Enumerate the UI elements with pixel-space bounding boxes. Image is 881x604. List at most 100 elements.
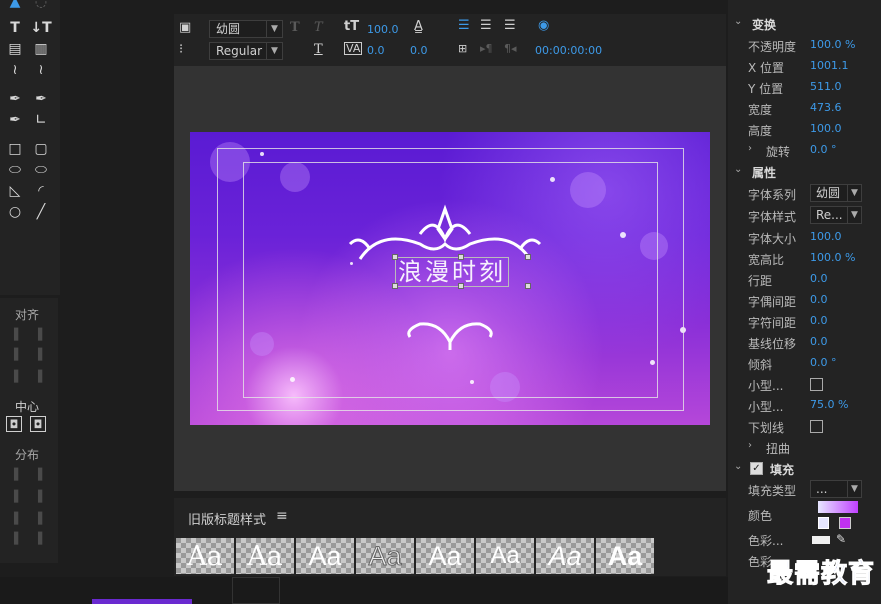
leading-value[interactable]: 0.0 [810, 272, 828, 285]
style-swatch[interactable]: Aa [416, 538, 474, 574]
resize-handle[interactable] [392, 283, 398, 289]
small-caps-checkbox[interactable] [810, 378, 823, 391]
distribute-top-icon[interactable]: ▐ [30, 466, 46, 482]
arc-tool-icon[interactable]: ◜ [30, 181, 52, 201]
rounded-corner-tool-icon[interactable]: ⬭ [30, 160, 52, 180]
rotation-row[interactable]: › 旋转 0.0 ° [728, 143, 881, 163]
delete-anchor-tool-icon[interactable]: ✒ [30, 89, 52, 109]
video-frame[interactable]: 浪漫时刻 [190, 132, 710, 425]
hamburger-icon[interactable]: ≡ [276, 508, 288, 524]
rotation-tool-icon[interactable]: ◌ [30, 0, 52, 12]
bold-icon[interactable]: T [290, 20, 300, 35]
align-top-icon[interactable]: ▐ [6, 368, 22, 384]
rounded-rectangle-tool-icon[interactable]: ▢ [30, 139, 52, 159]
opacity-value[interactable]: 100.0 % [810, 38, 855, 51]
color-stop-swatch[interactable] [812, 536, 830, 544]
gradient-stop-left[interactable] [818, 517, 829, 529]
underline-icon[interactable]: T [314, 42, 323, 57]
add-anchor-tool-icon[interactable]: ✒ [4, 110, 26, 130]
distribute-left-icon[interactable]: ▐ [6, 466, 22, 482]
distort-row[interactable]: › 扭曲 [728, 440, 881, 460]
style-swatch[interactable]: Aa [176, 538, 234, 574]
align-left-icon[interactable]: ☰ [458, 18, 470, 33]
eyedropper-icon[interactable]: ✎ [836, 532, 846, 546]
fill-type-select[interactable]: ... ▼ [810, 480, 862, 498]
align-hcenter-icon[interactable]: ▐ [6, 346, 22, 362]
style-swatch[interactable]: Aa [476, 538, 534, 574]
distribute-spacing-h-icon[interactable]: ▐ [6, 530, 22, 546]
text-box-icon[interactable]: ▣ [179, 20, 191, 35]
height-value[interactable]: 100.0 [810, 122, 842, 135]
gradient-stop-right[interactable] [839, 517, 851, 529]
font-style-select[interactable]: Re... ▼ [810, 206, 862, 224]
align-right-icon[interactable]: ▐ [30, 346, 46, 362]
baseline-value[interactable]: 0.0 [810, 335, 828, 348]
tab-right-icon[interactable]: ¶◂ [504, 42, 517, 55]
tracking-value[interactable]: 0.0 [810, 314, 828, 327]
distribute-center-icon[interactable]: ▐ [6, 488, 22, 504]
area-type-tool-icon[interactable]: ▤ [4, 39, 26, 59]
tab-left-icon[interactable]: ▸¶ [480, 42, 493, 55]
leading-value[interactable]: 0.0 [410, 44, 428, 57]
transform-section[interactable]: ⌄ 变换 [728, 16, 881, 36]
style-swatch[interactable]: Aa [536, 538, 594, 574]
resize-handle[interactable] [525, 283, 531, 289]
show-video-icon[interactable]: ◉ [538, 18, 549, 33]
resize-handle[interactable] [458, 283, 464, 289]
tab-icon[interactable]: ⊞ [458, 42, 467, 55]
pen-tool-icon[interactable]: ✒ [4, 89, 26, 109]
line-tool-icon[interactable]: ╱ [30, 202, 52, 222]
resize-handle[interactable] [525, 254, 531, 260]
distribute-right-icon[interactable]: ▐ [6, 510, 22, 526]
vertical-area-type-tool-icon[interactable]: ▥ [30, 39, 52, 59]
vertical-path-type-tool-icon[interactable]: ≀ [30, 60, 52, 80]
slant-value[interactable]: 0.0 ° [810, 356, 837, 369]
align-right-icon[interactable]: ☰ [504, 18, 516, 33]
align-center-icon[interactable]: ☰ [480, 18, 492, 33]
aspect-value[interactable]: 100.0 % [810, 251, 855, 264]
rectangle-tool-icon[interactable]: □ [4, 139, 26, 159]
font-style-select[interactable]: Regular ▼ [209, 42, 283, 60]
timeline-control[interactable] [232, 577, 280, 604]
center-vertical-icon[interactable]: ◘ [30, 416, 46, 432]
gradient-ramp[interactable] [818, 501, 858, 513]
center-horizontal-icon[interactable]: ◘ [6, 416, 22, 432]
title-text-object[interactable]: 浪漫时刻 [395, 257, 509, 287]
resize-handle[interactable] [392, 254, 398, 260]
x-position-value[interactable]: 1001.1 [810, 59, 849, 72]
selection-tool-icon[interactable]: ▲ [4, 0, 26, 12]
rotation-value[interactable]: 0.0 ° [810, 143, 837, 156]
distribute-bottom-icon[interactable]: ▐ [30, 510, 46, 526]
fill-checkbox[interactable]: ✓ [750, 462, 763, 475]
ellipse-tool-icon[interactable]: ○ [4, 202, 26, 222]
underline-checkbox[interactable] [810, 420, 823, 433]
path-type-tool-icon[interactable]: ≀ [4, 60, 26, 80]
font-family-select[interactable]: 幼圆 ▼ [209, 20, 283, 38]
align-left-icon[interactable]: ▐ [6, 326, 22, 342]
vertical-type-tool-icon[interactable]: ↓T [30, 18, 52, 38]
width-value[interactable]: 473.6 [810, 101, 842, 114]
font-family-select[interactable]: 幼圆 ▼ [810, 184, 862, 202]
convert-anchor-tool-icon[interactable]: ∟ [30, 110, 52, 130]
resize-handle[interactable] [458, 254, 464, 260]
align-bottom-icon[interactable]: ▐ [30, 368, 46, 384]
timecode[interactable]: 00:00:00:00 [535, 44, 602, 57]
font-size-value[interactable]: 100.0 [367, 23, 399, 36]
kerning-value[interactable]: 0.0 [810, 293, 828, 306]
font-size-value[interactable]: 100.0 [810, 230, 842, 243]
style-swatch[interactable]: Aa [596, 538, 654, 574]
align-vcenter-icon[interactable]: ▐ [30, 326, 46, 342]
wedge-tool-icon[interactable]: ◺ [4, 181, 26, 201]
properties-section[interactable]: ⌄ 属性 [728, 164, 881, 184]
style-swatch[interactable]: Aa [236, 538, 294, 574]
distribute-spacing-v-icon[interactable]: ▐ [30, 530, 46, 546]
distribute-middle-icon[interactable]: ▐ [30, 488, 46, 504]
chevron-down-icon[interactable]: ⌄ [734, 461, 742, 472]
italic-icon[interactable]: T [314, 20, 323, 35]
tab-stops-icon[interactable]: ⁝ [179, 42, 183, 57]
small-caps-size-value[interactable]: 75.0 % [810, 398, 848, 411]
style-swatch[interactable]: Aa [296, 538, 354, 574]
type-tool-icon[interactable]: T [4, 18, 26, 38]
clipped-rectangle-tool-icon[interactable]: ⬭ [4, 160, 26, 180]
clip-thumbnail[interactable] [92, 599, 192, 604]
